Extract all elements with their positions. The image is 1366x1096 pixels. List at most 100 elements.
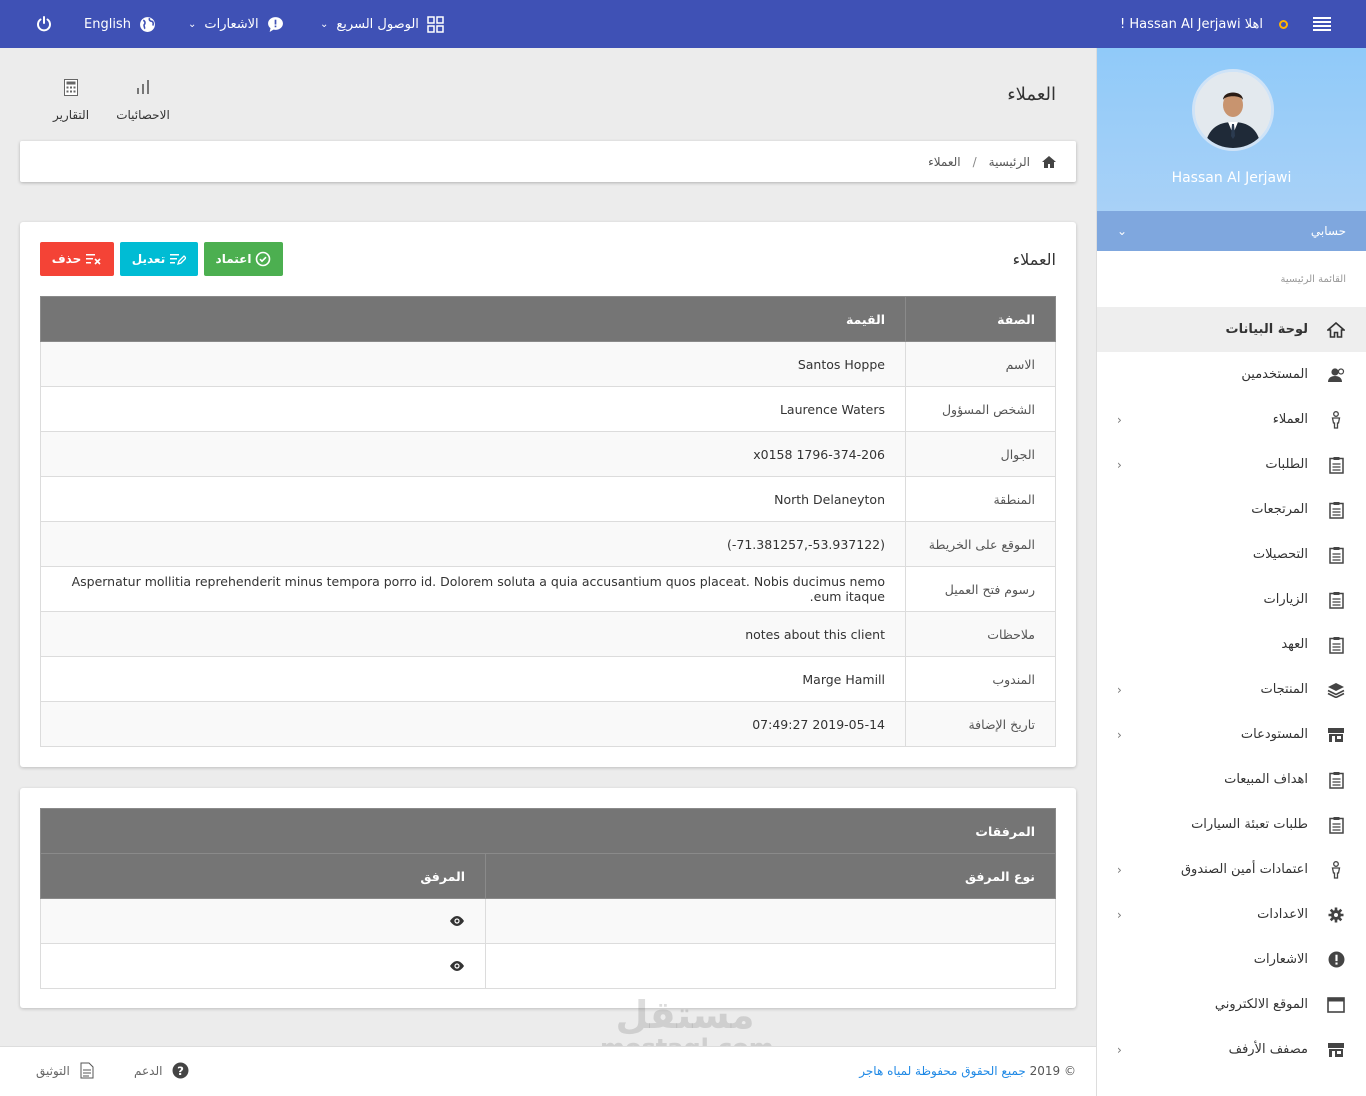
eye-icon[interactable] bbox=[449, 915, 465, 926]
sidebar-item[interactable]: الاعدادات ‹ bbox=[1097, 892, 1366, 937]
svg-text:?: ? bbox=[178, 1064, 185, 1078]
copyright: © 2019 جميع الحقوق محفوظة لمياه هاجر bbox=[859, 1064, 1076, 1078]
clipboard-icon bbox=[1326, 545, 1346, 565]
client-details-card: العملاء اعتماد تعديل حذف الصفة القيمة ال… bbox=[20, 222, 1076, 767]
calculator-icon bbox=[64, 78, 78, 96]
sidebar-item[interactable]: طلبات تعبئة السيارات bbox=[1097, 802, 1366, 847]
docs-link[interactable]: التوثيق bbox=[36, 1062, 94, 1079]
delete-label: حذف bbox=[51, 252, 82, 266]
attachments-card: المرفقات نوع المرفق المرفق bbox=[20, 788, 1076, 1008]
table-row: المندوب Marge Hamill bbox=[40, 656, 1056, 702]
home-icon[interactable] bbox=[1042, 155, 1056, 168]
stats-button[interactable]: الاحصائيات bbox=[108, 74, 178, 122]
sidebar-item[interactable]: لوحة البيانات bbox=[1097, 307, 1366, 352]
value-cell: Aspernatur mollitia reprehenderit minus … bbox=[40, 566, 906, 612]
value-cell: 2019-05-14 07:49:27 bbox=[40, 701, 906, 747]
sidebar-item[interactable]: التحصيلات bbox=[1097, 532, 1366, 577]
clipboard-icon bbox=[1326, 590, 1346, 610]
attribute-cell: المندوب bbox=[905, 656, 1056, 702]
page-title: العملاء bbox=[1007, 84, 1056, 105]
alert-icon bbox=[1326, 950, 1346, 970]
approve-button[interactable]: اعتماد bbox=[204, 242, 283, 276]
profile-header: Hassan Al Jerjawi bbox=[1097, 48, 1366, 211]
edit-list-icon bbox=[170, 254, 187, 266]
sidebar: Hassan Al Jerjawi حسابي ⌄ القائمة الرئيس… bbox=[1096, 48, 1366, 1096]
store-icon bbox=[1326, 725, 1346, 745]
sidebar-item[interactable]: مصفف الأرفف ‹ bbox=[1097, 1027, 1366, 1072]
home-icon bbox=[1326, 320, 1346, 340]
card-title: العملاء bbox=[1012, 250, 1056, 269]
sidebar-item[interactable]: الزيارات bbox=[1097, 577, 1366, 622]
sidebar-item-label: العهد bbox=[1281, 637, 1308, 652]
sidebar-item[interactable]: المستخدمين bbox=[1097, 352, 1366, 397]
value-cell: 1796-374-206 x0158 bbox=[40, 431, 906, 477]
sidebar-item-label: التحصيلات bbox=[1252, 547, 1308, 562]
gear-icon bbox=[1326, 905, 1346, 925]
stats-label: الاحصائيات bbox=[116, 108, 170, 122]
copyright-link[interactable]: جميع الحقوق محفوظة لمياه هاجر bbox=[859, 1064, 1026, 1078]
layers-icon bbox=[1326, 680, 1346, 700]
value-cell: notes about this client bbox=[40, 611, 906, 657]
edit-button[interactable]: تعديل bbox=[120, 242, 198, 276]
edit-label: تعديل bbox=[131, 252, 166, 266]
sidebar-item[interactable]: المستودعات ‹ bbox=[1097, 712, 1366, 757]
power-icon bbox=[37, 16, 51, 32]
sidebar-item-label: الموقع الالكتروني bbox=[1214, 997, 1308, 1012]
avatar[interactable] bbox=[1192, 69, 1274, 151]
sidebar-item[interactable]: الاشعارات bbox=[1097, 937, 1366, 982]
attribute-cell: الجوال bbox=[905, 431, 1056, 477]
eye-icon[interactable] bbox=[449, 960, 465, 971]
store-icon bbox=[1326, 1040, 1346, 1060]
sidebar-item[interactable]: اهداف المبيعات bbox=[1097, 757, 1366, 802]
header-attachment-file: المرفق bbox=[40, 853, 486, 899]
attachments-title: المرفقات bbox=[40, 808, 1056, 854]
table-row: المنطقة North Delaneyton bbox=[40, 476, 1056, 522]
sidebar-item[interactable]: المنتجات ‹ bbox=[1097, 667, 1366, 712]
approve-label: اعتماد bbox=[215, 252, 252, 266]
notifications-dropdown[interactable]: ⌄ الاشعارات bbox=[188, 0, 284, 48]
watermark-arabic: مستقل bbox=[615, 993, 755, 1037]
reports-button[interactable]: التقارير bbox=[36, 74, 106, 122]
user-greeting[interactable]: اهلا Hassan Al Jerjawi ! bbox=[1120, 0, 1288, 48]
breadcrumb-current: العملاء bbox=[928, 154, 961, 169]
sidebar-item[interactable]: الموقع الالكتروني bbox=[1097, 982, 1366, 1027]
clipboard-icon bbox=[1326, 635, 1346, 655]
chat-alert-icon bbox=[267, 16, 283, 32]
attribute-cell: رسوم فتح العميل bbox=[905, 566, 1056, 612]
hamburger-icon bbox=[1313, 17, 1331, 31]
power-button[interactable] bbox=[36, 0, 52, 48]
attribute-cell: الموقع على الخريطة bbox=[905, 521, 1056, 567]
delete-list-icon bbox=[86, 254, 101, 265]
attribute-cell: المنطقة bbox=[905, 476, 1056, 522]
sidebar-item-label: الاشعارات bbox=[1253, 952, 1308, 967]
attachment-type-cell bbox=[485, 943, 1056, 989]
person-icon bbox=[1326, 410, 1346, 430]
quick-access-dropdown[interactable]: ⌄ الوصول السريع bbox=[320, 0, 445, 48]
breadcrumb-home[interactable]: الرئيسية bbox=[989, 155, 1030, 169]
chevron-left-icon: ‹ bbox=[1117, 1042, 1122, 1057]
check-circle-icon bbox=[256, 251, 271, 267]
sidebar-item[interactable]: العملاء ‹ bbox=[1097, 397, 1366, 442]
menu-toggle-button[interactable] bbox=[1313, 0, 1331, 48]
notifications-label: الاشعارات bbox=[204, 16, 259, 32]
chevron-left-icon: ‹ bbox=[1117, 682, 1122, 697]
attachment-file-cell bbox=[40, 898, 486, 944]
sidebar-item[interactable]: الطلبات ‹ bbox=[1097, 442, 1366, 487]
chevron-left-icon: ‹ bbox=[1117, 457, 1122, 472]
language-switch[interactable]: English bbox=[84, 0, 156, 48]
help-circle-icon: ? bbox=[172, 1062, 189, 1079]
sidebar-item[interactable]: اعتمادات أمين الصندوق ‹ bbox=[1097, 847, 1366, 892]
menu-section-title: القائمة الرئيسية bbox=[1280, 273, 1346, 285]
table-row: رسوم فتح العميل Aspernatur mollitia repre… bbox=[40, 566, 1056, 612]
header-attachment-type: نوع المرفق bbox=[485, 853, 1056, 899]
delete-button[interactable]: حذف bbox=[40, 242, 114, 276]
sidebar-item[interactable]: العهد bbox=[1097, 622, 1366, 667]
chevron-left-icon: ‹ bbox=[1117, 412, 1122, 427]
support-link[interactable]: ? الدعم bbox=[134, 1062, 189, 1079]
clipboard-icon bbox=[1326, 770, 1346, 790]
sidebar-item[interactable]: المرتجعات bbox=[1097, 487, 1366, 532]
attribute-cell: ملاحظات bbox=[905, 611, 1056, 657]
footer: © 2019 جميع الحقوق محفوظة لمياه هاجر ? ا… bbox=[0, 1046, 1096, 1096]
sidebar-item-label: المستخدمين bbox=[1241, 367, 1308, 382]
account-dropdown[interactable]: حسابي ⌄ bbox=[1097, 211, 1366, 251]
